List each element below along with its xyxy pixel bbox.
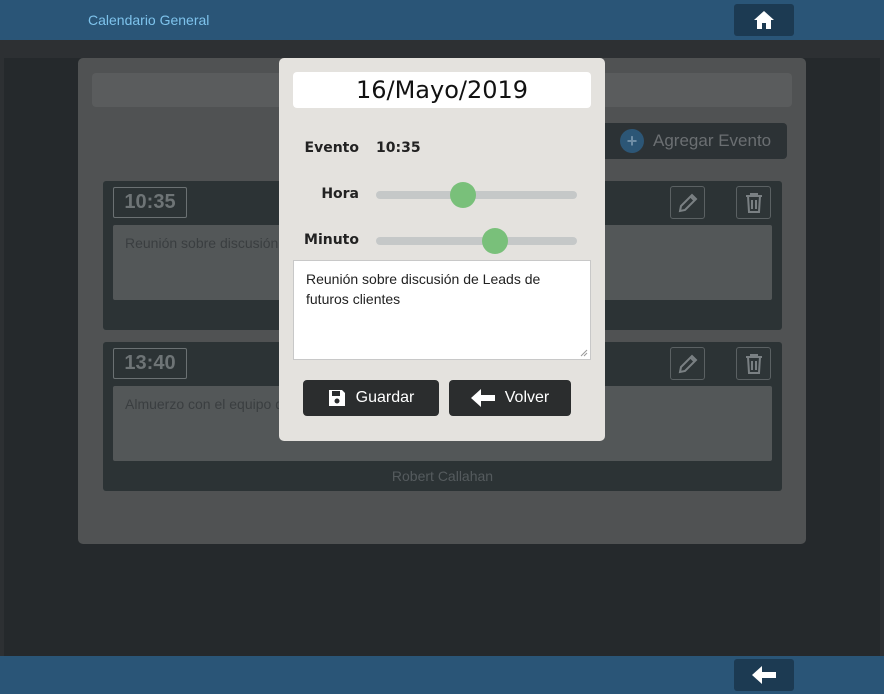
app-title: Calendario General [88, 12, 210, 28]
description-text: Reunión sobre discusión de Leads de futu… [306, 271, 541, 307]
resize-grip-icon[interactable] [580, 349, 588, 357]
back-nav-button[interactable] [734, 659, 794, 691]
add-event-button[interactable]: + Agregar Evento [600, 123, 787, 159]
save-label: Guardar [355, 389, 415, 406]
event-time: 13:40 [113, 348, 187, 379]
plus-icon: + [620, 129, 644, 153]
hour-slider-thumb[interactable] [450, 182, 477, 208]
top-bar: Calendario General [0, 0, 884, 40]
trash-icon [745, 192, 762, 213]
minute-slider[interactable] [376, 228, 577, 254]
minute-slider-thumb[interactable] [482, 228, 509, 254]
edit-event-button[interactable] [670, 186, 705, 219]
minute-label: Minuto [304, 232, 359, 248]
hour-label: Hora [321, 186, 359, 202]
description-textarea[interactable]: Reunión sobre discusión de Leads de futu… [293, 260, 591, 360]
arrow-left-icon [752, 666, 776, 684]
home-icon [754, 11, 774, 29]
event-label: Evento [304, 140, 359, 156]
edit-event-button[interactable] [670, 347, 705, 380]
delete-event-button[interactable] [736, 347, 771, 380]
home-button[interactable] [734, 4, 794, 36]
edit-event-modal: 16/Mayo/2019 Evento 10:35 Hora Minuto Re… [279, 58, 605, 441]
bottom-bar [0, 656, 884, 694]
add-event-label: Agregar Evento [653, 131, 772, 150]
pencil-icon [678, 193, 697, 212]
event-time: 10:35 [113, 187, 187, 218]
hour-slider[interactable] [376, 182, 577, 208]
arrow-left-icon [470, 389, 495, 407]
modal-date: 16/Mayo/2019 [293, 72, 591, 108]
trash-icon [745, 353, 762, 374]
floppy-disk-icon [328, 390, 345, 406]
back-button[interactable]: Volver [449, 380, 571, 416]
event-author: Robert Callahan [391, 468, 494, 484]
back-label: Volver [504, 389, 550, 406]
pencil-icon [678, 354, 697, 373]
event-time-value: 10:35 [376, 140, 421, 156]
delete-event-button[interactable] [736, 186, 771, 219]
save-button[interactable]: Guardar [303, 380, 439, 416]
